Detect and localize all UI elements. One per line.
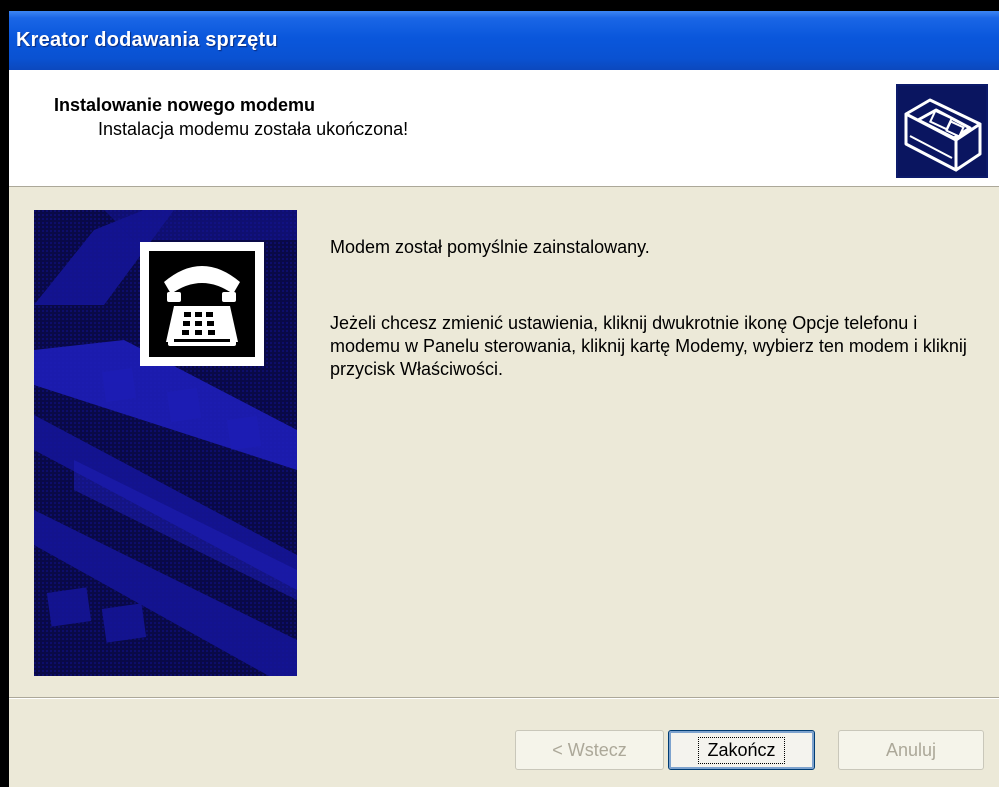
back-button[interactable]: < Wstecz (515, 730, 664, 770)
header-subtitle: Instalacja modemu została ukończona! (98, 119, 409, 139)
back-button-label: < Wstecz (552, 739, 627, 760)
hardware-wizard-icon (896, 84, 988, 178)
title-bar[interactable]: Kreator dodawania sprzętu (9, 11, 999, 70)
window-title: Kreator dodawania sprzętu (16, 29, 278, 51)
finish-button[interactable]: Zakończ (668, 730, 815, 770)
telephone-modem-icon (34, 210, 297, 676)
cancel-button[interactable]: Anuluj (838, 730, 984, 770)
wizard-header: Instalowanie nowego modemu Instalacja mo… (9, 70, 999, 187)
button-separator (9, 697, 999, 699)
success-message: Modem został pomyślnie zainstalowany. (330, 237, 650, 257)
header-title: Instalowanie nowego modemu (54, 95, 316, 115)
instructions-text: Jeżeli chcesz zmienić ustawienia, klikni… (330, 313, 967, 379)
cancel-button-label: Anuluj (885, 739, 937, 760)
finish-button-label: Zakończ (698, 736, 785, 764)
wizard-content: Modem został pomyślnie zainstalowany. Je… (9, 187, 999, 697)
wizard-window: Kreator dodawania sprzętu Instalowanie n… (9, 11, 999, 787)
